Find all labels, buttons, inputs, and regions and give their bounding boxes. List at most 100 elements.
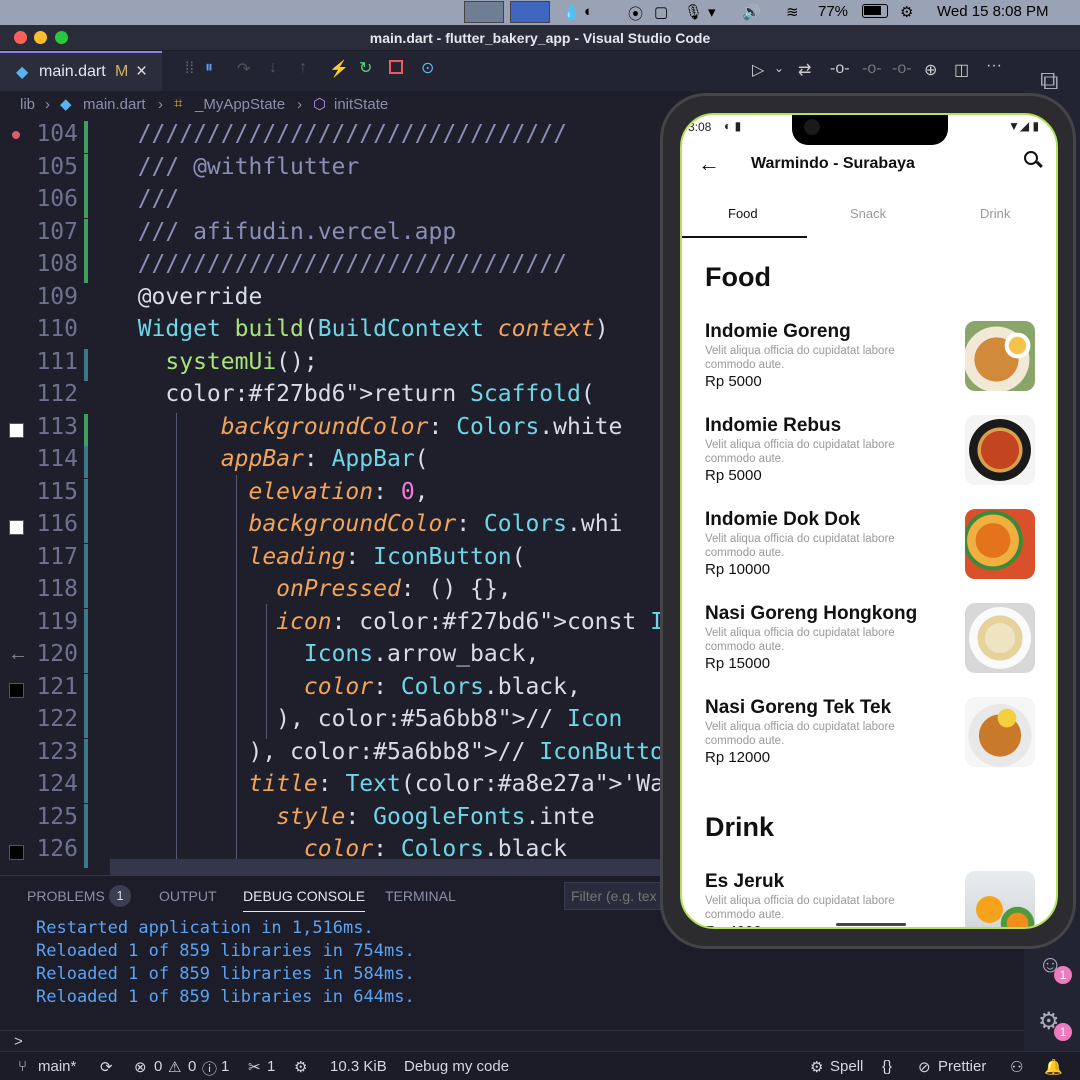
modified-indicator: M xyxy=(115,63,129,80)
code-editor[interactable]: 104 /////////////////////////////// 105 /… xyxy=(0,119,660,875)
wifi-icon[interactable]: ≋ xyxy=(786,3,799,21)
color-swatch[interactable] xyxy=(9,520,24,535)
search-icon[interactable] xyxy=(1024,151,1043,168)
volume-icon[interactable]: 🔊 xyxy=(742,3,761,21)
sync-icon[interactable]: ⟳ xyxy=(100,1058,113,1076)
inspect-icon[interactable]: ⊙ xyxy=(421,58,434,78)
tab-food[interactable]: Food xyxy=(728,206,758,221)
menu-item-name: Indomie Goreng xyxy=(705,321,851,342)
clock[interactable]: Wed 15 8:08 PM xyxy=(937,3,1048,20)
horizontal-scrollbar[interactable] xyxy=(110,859,660,875)
control-center-icon[interactable]: ⚙ xyxy=(900,3,913,21)
split-editor-icon[interactable]: ◫ xyxy=(954,60,969,80)
breakpoint-dot[interactable] xyxy=(12,131,20,139)
tools-count[interactable]: 1 xyxy=(267,1058,275,1075)
git-change-marker xyxy=(84,218,88,251)
breadcrumb-file[interactable]: main.dart xyxy=(83,96,146,113)
code-line: color: Colors.black, xyxy=(303,673,581,700)
step-into-icon[interactable]: ↓ xyxy=(269,59,277,77)
compare-icon[interactable]: ⇄ xyxy=(798,60,811,80)
menu-item[interactable]: Es Jeruk Velit aliqua officia do cupidata… xyxy=(682,863,1056,927)
droplet-icon[interactable]: 💧 xyxy=(562,3,581,21)
error-count[interactable]: 0 xyxy=(154,1058,162,1075)
tab-drink[interactable]: Drink xyxy=(980,206,1010,221)
line-number: 126 xyxy=(36,836,78,862)
notification-bell-icon[interactable]: 🔔 xyxy=(1044,1058,1063,1076)
tab-snack[interactable]: Snack xyxy=(850,206,886,221)
tab-terminal[interactable]: TERMINAL xyxy=(385,888,456,904)
caret-down-icon[interactable]: ▾ xyxy=(708,3,716,21)
half-circle-icon[interactable]: ◐ xyxy=(584,3,593,20)
phone-notch xyxy=(792,115,948,145)
breadcrumb-class[interactable]: _MyAppState xyxy=(195,96,285,113)
spell-check[interactable]: Spell xyxy=(830,1058,863,1075)
console-line: Reloaded 1 of 859 libraries in 754ms. xyxy=(36,941,415,961)
control-icon[interactable]: ⦿ xyxy=(628,3,643,24)
console-input[interactable]: > xyxy=(0,1030,1024,1051)
info-icon[interactable]: ⓘ xyxy=(202,1058,217,1079)
stop-icon[interactable] xyxy=(389,60,403,74)
feedback-icon[interactable]: ⚇ xyxy=(1010,1058,1023,1076)
debug-icon[interactable]: ⚙ xyxy=(294,1058,307,1076)
debug-config[interactable]: Debug my code xyxy=(404,1058,509,1075)
tab-output[interactable]: OUTPUT xyxy=(159,888,217,904)
run-icon[interactable]: ▷ xyxy=(752,60,764,80)
menu-item[interactable]: Indomie Dok Dok Velit aliqua officia do c… xyxy=(682,501,1056,581)
code-line: title: Text(color:#a8e27a">'Warmindo - S… xyxy=(248,771,660,797)
menu-item[interactable]: Indomie Goreng Velit aliqua officia do cu… xyxy=(682,313,1056,393)
git-commit-icon[interactable]: -o- xyxy=(830,60,850,78)
menu-item-price: Rp 5000 xyxy=(705,467,762,484)
color-swatch[interactable] xyxy=(9,422,24,438)
code-line: style: GoogleFonts.inte xyxy=(276,803,595,830)
git-graph-icon[interactable]: ⊕ xyxy=(924,60,937,80)
spell-icon[interactable]: ⚙ xyxy=(810,1058,823,1076)
braces-icon[interactable]: {} xyxy=(882,1058,892,1075)
explorer-icon[interactable]: ⧉ xyxy=(1040,65,1059,97)
tab-problems[interactable]: PROBLEMS xyxy=(27,888,105,904)
color-swatch[interactable] xyxy=(9,845,24,860)
color-swatch[interactable] xyxy=(9,682,24,698)
restart-icon[interactable]: ↻ xyxy=(359,58,372,78)
line-number: 112 xyxy=(36,381,78,407)
pause-icon[interactable]: ⏸ xyxy=(205,59,213,77)
error-icon[interactable]: ⊗ xyxy=(134,1058,147,1076)
phone-signal-icon: ▼◢ ▮ xyxy=(1008,119,1040,133)
line-number: 123 xyxy=(36,738,78,765)
chevron-down-icon[interactable]: ⌄ xyxy=(774,61,784,75)
macos-menubar: 💧 ◐ ⦿ ▢ 🎙 ▾ 🔊 ≋ 77% ⚙ Wed 15 8:08 PM xyxy=(0,0,1080,25)
warning-count[interactable]: 0 xyxy=(188,1058,196,1075)
dart-file-icon: ◆ xyxy=(60,96,72,113)
console-filter-input[interactable] xyxy=(564,882,664,910)
menu-item[interactable]: Nasi Goreng Tek Tek Velit aliqua officia … xyxy=(682,689,1056,769)
tools-icon[interactable]: ✂ xyxy=(248,1058,261,1076)
prettier[interactable]: Prettier xyxy=(938,1058,986,1075)
code-line: /// @withflutter xyxy=(110,153,360,180)
git-prev-icon[interactable]: -o- xyxy=(862,60,882,78)
warning-icon[interactable]: ⚠ xyxy=(168,1058,181,1076)
clipboard-icon[interactable]: ▢ xyxy=(654,3,668,21)
more-actions-icon[interactable]: ··· xyxy=(986,57,1002,75)
desktop-thumbnail-icon[interactable] xyxy=(510,1,550,23)
tab-main-dart[interactable]: ◆ main.dart M × xyxy=(0,51,162,91)
step-out-icon[interactable]: ↑ xyxy=(299,59,307,77)
microphone-icon[interactable]: 🎙 xyxy=(684,3,703,21)
close-tab-icon[interactable]: × xyxy=(136,61,147,83)
breadcrumb-lib[interactable]: lib xyxy=(20,96,35,113)
drag-handle-icon[interactable]: ⁞⁞ xyxy=(185,60,194,78)
git-branch-icon[interactable]: ⑂ xyxy=(18,1058,27,1075)
info-count[interactable]: 1 xyxy=(221,1058,229,1075)
back-arrow-icon[interactable]: ← xyxy=(698,151,720,177)
desktop-thumbnail-icon[interactable] xyxy=(464,1,504,23)
git-next-icon[interactable]: -o- xyxy=(892,60,912,78)
step-over-icon[interactable]: ↷ xyxy=(237,59,250,79)
git-branch[interactable]: main* xyxy=(38,1058,76,1075)
battery-icon[interactable] xyxy=(862,4,888,18)
breadcrumb-method[interactable]: initState xyxy=(334,96,388,113)
prettier-icon[interactable]: ⊘ xyxy=(918,1058,931,1076)
hot-reload-icon[interactable]: ⚡ xyxy=(329,59,349,79)
menu-item[interactable]: Indomie Rebus Velit aliqua officia do cup… xyxy=(682,407,1056,487)
line-number: 104 xyxy=(36,121,78,147)
tab-debug-console[interactable]: DEBUG CONSOLE xyxy=(243,888,366,912)
line-number: 118 xyxy=(36,576,78,602)
menu-item[interactable]: Nasi Goreng Hongkong Velit aliqua officia… xyxy=(682,595,1056,675)
